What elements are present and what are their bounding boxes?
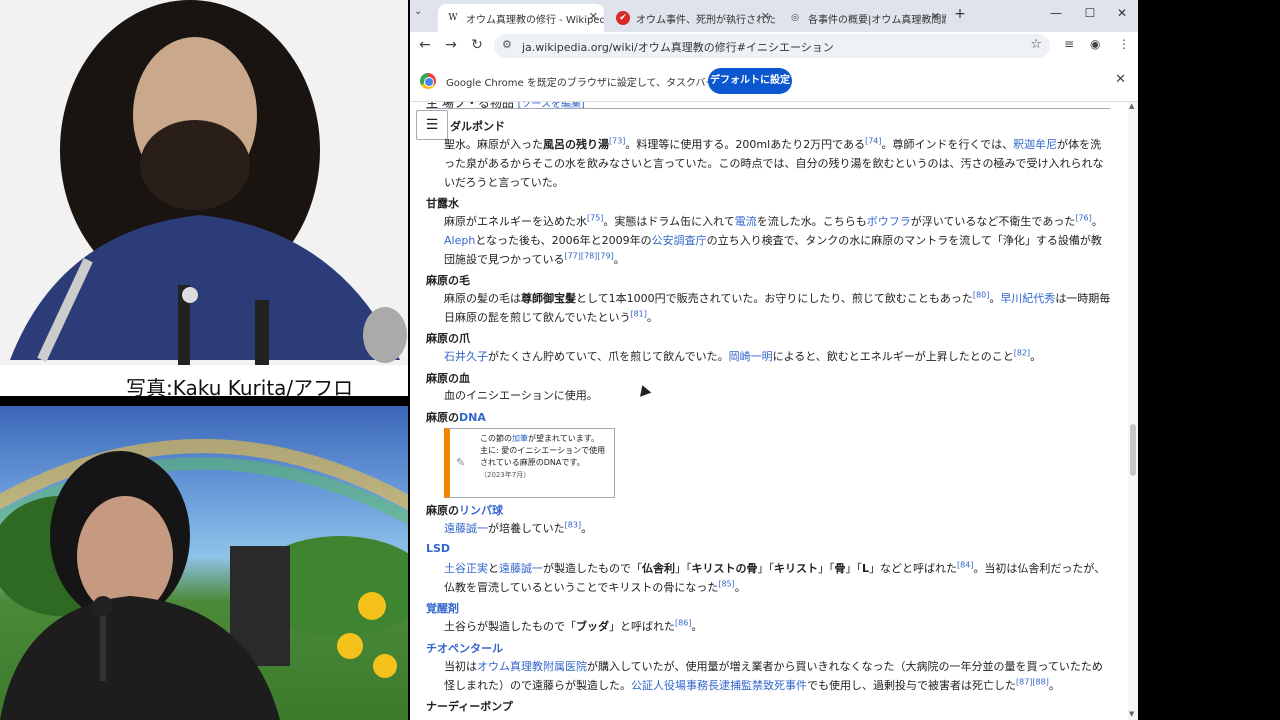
expansion-notice-box: ✎ この節の加筆が望まれています。 主に: 愛のイニシエーションで使用されている…: [444, 428, 615, 498]
close-icon[interactable]: ✕: [761, 10, 770, 23]
bookmark-star-icon[interactable]: ☆: [1030, 37, 1042, 52]
term-nails: 麻原の爪: [426, 332, 470, 345]
def-stimulant: 土谷らが製造したもので「ブッダ」と呼ばれた[86]。: [444, 618, 703, 633]
def-holy-water: 聖水。麻原が入った風呂の残り湯[73]。料理等に使用する。200mlあたり2万円…: [444, 136, 1104, 189]
term-thiopental: チオペンタール: [426, 640, 503, 656]
term-amrita: 甘露水: [426, 197, 459, 210]
new-tab-button[interactable]: +: [950, 6, 970, 22]
def-hair: 麻原の髪の毛は尊師御宝髪として1本1000円で販売されていた。お守りにしたり、煎…: [444, 290, 1111, 324]
pencil-icon: ✎: [456, 456, 466, 469]
photo-credit: 写真:Kaku Kurita/アフロ: [126, 376, 354, 396]
scroll-down-icon[interactable]: ▼: [1129, 710, 1134, 718]
term-hair: 麻原の毛: [426, 274, 470, 287]
scrollbar-thumb[interactable]: [1130, 424, 1136, 476]
heading-divider: [426, 108, 1110, 109]
chrome-logo-icon: [420, 73, 436, 89]
globe-icon: ◎: [791, 13, 799, 23]
lymphocyte-link[interactable]: リンパ球: [459, 504, 503, 517]
wikipedia-icon: W: [448, 13, 458, 23]
press-photo-image: [0, 0, 408, 396]
set-default-button[interactable]: デフォルトに設定: [708, 68, 792, 94]
tab-strip: ⌄ W オウム真理教の修行 - Wikipedia ✕ ✔ オウム事件、死刑が執…: [410, 0, 1138, 32]
minimize-button[interactable]: —: [1046, 6, 1066, 20]
def-lymphocytes: 遠藤誠一が培養していた[83]。: [444, 520, 593, 535]
term-stimulant: 覚醒剤: [426, 600, 459, 616]
tab-search-button[interactable]: ⌄: [414, 6, 434, 34]
browser-window: ⌄ W オウム真理教の修行 - Wikipedia ✕ ✔ オウム事件、死刑が執…: [410, 0, 1138, 720]
tab-label: オウム真理教の修行 - Wikipedia: [466, 15, 604, 26]
dna-link[interactable]: DNA: [459, 411, 486, 424]
tab-label: 各事件の概要|オウム真理教問題: [808, 15, 946, 26]
press-photo: 写真:Kaku Kurita/アフロ: [0, 0, 408, 396]
close-icon[interactable]: ✕: [931, 10, 940, 23]
address-bar[interactable]: ⚙ ja.wikipedia.org/wiki/オウム真理教の修行#イニシエーシ…: [494, 34, 1050, 58]
lsd-link[interactable]: LSD: [426, 542, 450, 555]
thiopental-link[interactable]: チオペンタール: [426, 642, 503, 655]
section-heading: 主 場ブ・る物品 [ソースを編集]: [426, 102, 585, 111]
maximize-button[interactable]: ☐: [1080, 6, 1100, 20]
browser-toolbar: ← → ↻ ⚙ ja.wikipedia.org/wiki/オウム真理教の修行#…: [410, 32, 1138, 60]
term-blood: 麻原の血: [426, 372, 470, 385]
def-lsd: 土谷正実と遠藤誠一が製造したもので「仏舎利」「キリストの骨」「キリスト」「骨」「…: [444, 560, 1106, 594]
webcam-image: [0, 439, 408, 720]
profile-icon[interactable]: ◉: [1090, 37, 1100, 51]
news-site-icon: ✔: [616, 11, 630, 25]
def-amrita: 麻原がエネルギーを込めた水[75]。実態はドラム缶に入れて電流を流した水。こちら…: [444, 213, 1103, 266]
reading-list-icon[interactable]: ≡: [1064, 37, 1074, 51]
site-info-icon[interactable]: ⚙: [502, 38, 512, 51]
term-nadi-pump: ナーディーボンプ: [426, 700, 513, 713]
tab-wikipedia[interactable]: W オウム真理教の修行 - Wikipedia ✕: [438, 4, 604, 32]
forward-button[interactable]: →: [442, 37, 460, 53]
scroll-up-icon[interactable]: ▲: [1129, 102, 1134, 110]
def-blood: 血のイニシエーションに使用。: [444, 389, 598, 402]
webcam-feed: [0, 406, 408, 720]
infobar-close-icon[interactable]: ✕: [1115, 72, 1126, 87]
expand-link[interactable]: 加筆: [512, 434, 528, 443]
term-holy-water: ダルポンド: [450, 120, 505, 133]
menu-icon[interactable]: ⋮: [1118, 37, 1130, 51]
page-scrollbar[interactable]: ▲ ▼: [1128, 102, 1138, 720]
tab-incident-summary[interactable]: ◎ 各事件の概要|オウム真理教問題 ✕: [780, 4, 946, 32]
term-lymphocytes: 麻原のリンパ球: [426, 504, 503, 517]
url-text: ja.wikipedia.org/wiki/オウム真理教の修行#イニシエーション: [522, 41, 834, 54]
def-nails: 石井久子がたくさん貯めていて、爪を煎じて飲んでいた。岡崎一明によると、飲むとエネ…: [444, 348, 1042, 363]
def-thiopental: 当初はオウム真理教附属医院が購入していたが、使用量が増え業者から買いきれなくなっ…: [444, 660, 1103, 692]
reload-button[interactable]: ↻: [468, 37, 486, 53]
close-icon[interactable]: ✕: [589, 10, 598, 23]
article-content: 主 場ブ・る物品 [ソースを編集] ☰ ダルポンド 聖水。麻原が入った風呂の残り…: [410, 102, 1128, 720]
tab-label: オウム事件、死刑が執行された13人: [636, 15, 776, 26]
back-button[interactable]: ←: [416, 37, 434, 53]
tab-execution-article[interactable]: ✔ オウム事件、死刑が執行された13人 ✕: [608, 4, 776, 32]
term-dna: 麻原のDNA: [426, 411, 486, 424]
window-close-button[interactable]: ✕: [1112, 6, 1132, 20]
stimulant-link[interactable]: 覚醒剤: [426, 602, 459, 615]
default-browser-infobar: Google Chrome を既定のブラウザに設定して、タスクバーに固定する デ…: [410, 60, 1138, 102]
term-lsd: LSD: [426, 542, 450, 555]
